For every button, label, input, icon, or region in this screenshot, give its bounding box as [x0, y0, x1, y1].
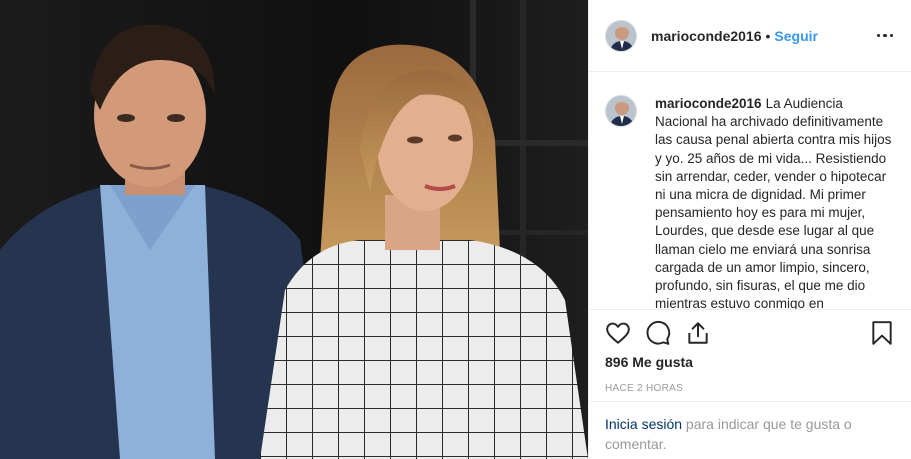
avatar[interactable]: [605, 95, 637, 127]
follow-button[interactable]: Seguir: [774, 28, 818, 44]
post-header: marioconde2016 • Seguir: [589, 0, 911, 72]
caption-section: marioconde2016 La Audiencia Nacional ha a…: [589, 73, 911, 309]
timestamp: HACE 2 HORAS: [605, 383, 684, 394]
login-prompt: Inicia sesión para indicar que te gusta …: [589, 401, 911, 459]
action-bar: [605, 310, 895, 356]
bookmark-icon[interactable]: [869, 320, 895, 346]
avatar[interactable]: [605, 19, 637, 52]
more-options-icon[interactable]: [875, 28, 896, 44]
caption-text: La Audiencia Nacional ha archivado defin…: [655, 96, 892, 309]
actions-section: 896 Me gusta HACE 2 HORAS: [589, 309, 911, 394]
caption: marioconde2016 La Audiencia Nacional ha a…: [655, 95, 895, 309]
likes-count[interactable]: 896 Me gusta: [605, 354, 895, 370]
caption-username[interactable]: marioconde2016: [655, 96, 762, 111]
heart-icon[interactable]: [605, 320, 631, 346]
post-photo: [0, 0, 588, 459]
separator-dot: •: [765, 27, 771, 44]
share-icon[interactable]: [685, 320, 711, 346]
header-username[interactable]: marioconde2016: [651, 28, 762, 44]
login-link[interactable]: Inicia sesión: [605, 416, 682, 432]
post-details-panel: marioconde2016 • Seguir marioconde2016 La…: [588, 0, 911, 459]
comment-icon[interactable]: [645, 320, 671, 346]
